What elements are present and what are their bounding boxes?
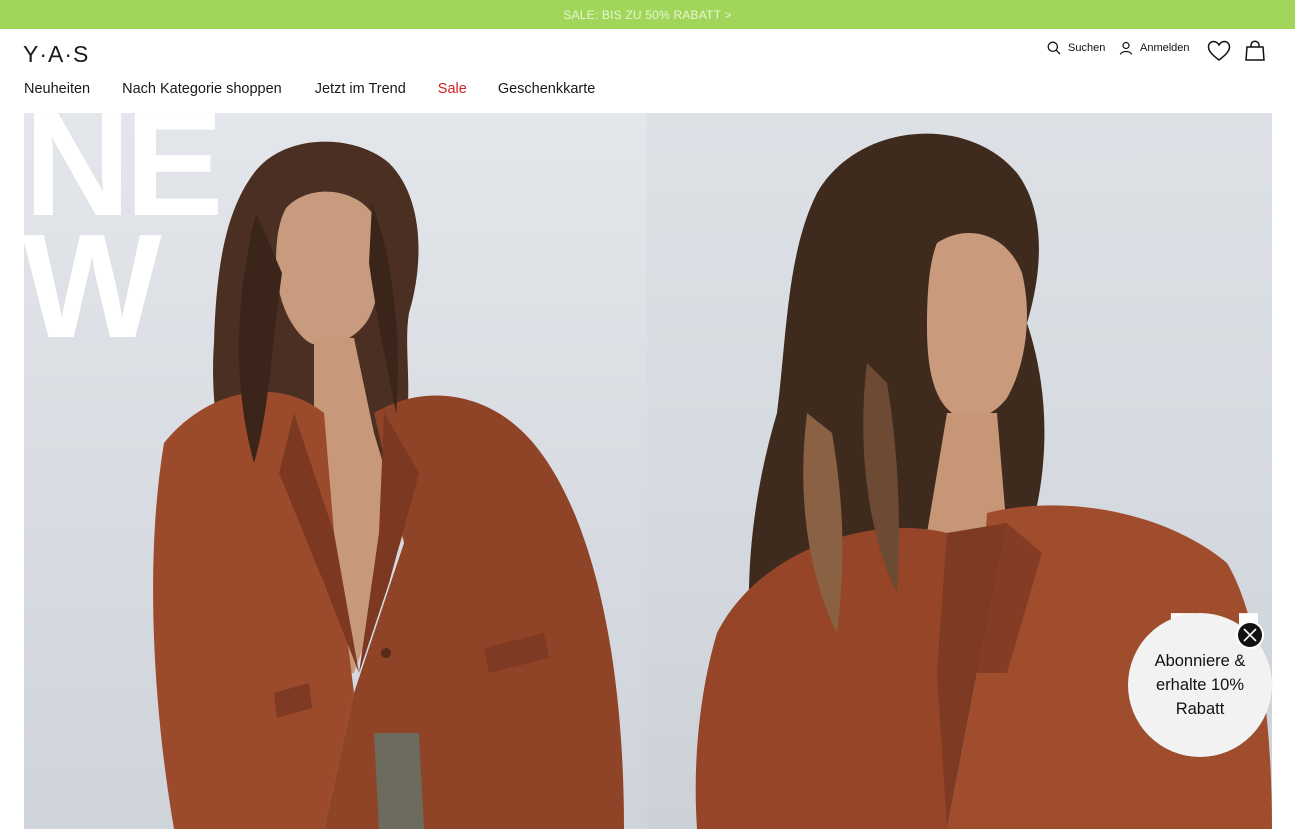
overlay-letters-w: W — [24, 204, 162, 369]
nav-item-neuheiten[interactable]: Neuheiten — [24, 81, 90, 97]
login-button[interactable]: Anmelden — [1119, 41, 1190, 55]
brand-logo[interactable]: Y·A·S — [23, 41, 89, 68]
main-nav: Neuheiten Nach Kategorie shoppen Jetzt i… — [24, 81, 595, 97]
nav-item-kategorie[interactable]: Nach Kategorie shoppen — [122, 81, 282, 97]
hero-banner[interactable]: NE W N — [24, 113, 1272, 829]
popup-text: Abonniere & erhalte 10% Rabatt — [1130, 649, 1270, 721]
search-icon — [1047, 41, 1061, 55]
shopping-bag-icon[interactable] — [1244, 40, 1266, 67]
promo-link[interactable]: SALE: BIS ZU 50% RABATT > — [563, 8, 731, 22]
heart-icon[interactable] — [1207, 40, 1231, 67]
nav-item-trend[interactable]: Jetzt im Trend — [315, 81, 406, 97]
user-icon — [1119, 41, 1133, 55]
search-label: Suchen — [1068, 42, 1106, 54]
close-icon[interactable] — [1236, 621, 1264, 649]
promo-bar: SALE: BIS ZU 50% RABATT > — [0, 0, 1295, 29]
hero-image-left: NE W — [24, 113, 647, 829]
popup-line-2: erhalte 10% Rabatt — [1155, 676, 1245, 718]
nav-item-sale[interactable]: Sale — [438, 81, 467, 97]
nav-item-geschenkkarte[interactable]: Geschenkkarte — [498, 81, 596, 97]
login-label: Anmelden — [1140, 42, 1190, 54]
site-header: Y·A·S Suchen Anmelden Neuheiten Nach Kat… — [0, 29, 1295, 113]
popup-line-1: Abonniere & — [1154, 652, 1246, 670]
search-button[interactable]: Suchen — [1047, 41, 1105, 55]
